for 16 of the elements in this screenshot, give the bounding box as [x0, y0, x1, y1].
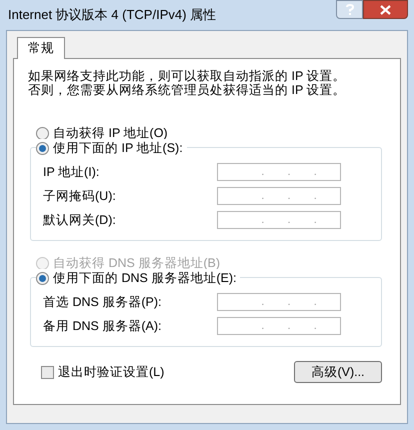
help-button[interactable] — [336, 0, 363, 19]
field-label: 首选 DNS 服务器(P): — [43, 294, 162, 311]
window-title: Internet 协议版本 4 (TCP/IPv4) 属性 — [7, 6, 216, 24]
validate-checkbox[interactable]: 退出时验证设置(L) — [41, 362, 164, 382]
tab[interactable]: 常规 — [17, 37, 65, 59]
description-text: 如果网络支持此功能，则可以获取自动指派的 IP 设置。否则，您需要从网络系统管理员处获得适当的 IP 设置。 — [28, 69, 347, 97]
field-label: IP 地址(I): — [43, 164, 100, 181]
help-icon — [346, 4, 354, 15]
close-button[interactable] — [363, 0, 408, 19]
radio-option[interactable]: 使用下面的 IP 地址(S): — [36, 139, 187, 158]
field-label: 备用 DNS 服务器(A): — [43, 318, 162, 335]
field-label: 子网掩码(U): — [43, 188, 117, 205]
radio-option[interactable]: 使用下面的 DNS 服务器地址(E): — [36, 269, 240, 288]
advanced-button[interactable]: 高级(V)... — [294, 361, 382, 383]
close-icon — [380, 4, 391, 14]
field-label: 默认网关(D): — [43, 212, 117, 229]
